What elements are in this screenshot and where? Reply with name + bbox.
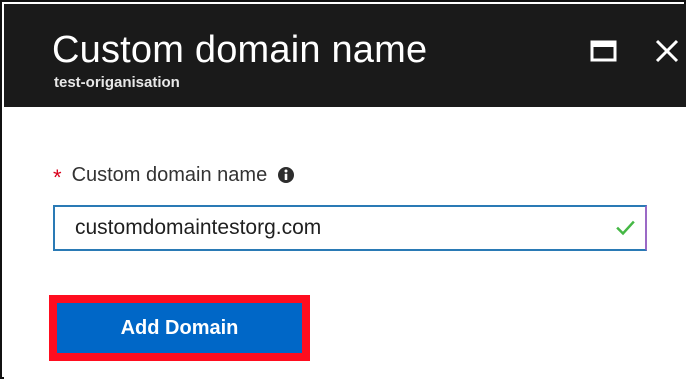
close-icon[interactable] [652,36,682,66]
close-icon-glyph [655,39,679,63]
maximize-icon-glyph [590,40,616,62]
blade-header: Custom domain name test-origanisation [4,4,686,107]
custom-domain-blade: Custom domain name test-origanisation * … [0,0,686,379]
add-domain-highlight: Add Domain [49,295,310,361]
required-marker: * [53,165,62,190]
domain-input[interactable] [55,207,615,249]
info-icon[interactable] [277,166,295,184]
domain-field-label: Custom domain name [71,164,268,186]
maximize-icon[interactable] [588,36,618,66]
add-domain-button[interactable]: Add Domain [57,303,302,353]
blade-title: Custom domain name [52,29,428,71]
domain-field-label-row: * Custom domain name [53,163,295,190]
domain-input-container [53,205,647,251]
info-icon-glyph [278,167,295,183]
blade-subtitle: test-origanisation [54,74,180,91]
blade-content: * Custom domain name Add Domain [4,107,686,379]
checkmark-icon [616,220,635,236]
